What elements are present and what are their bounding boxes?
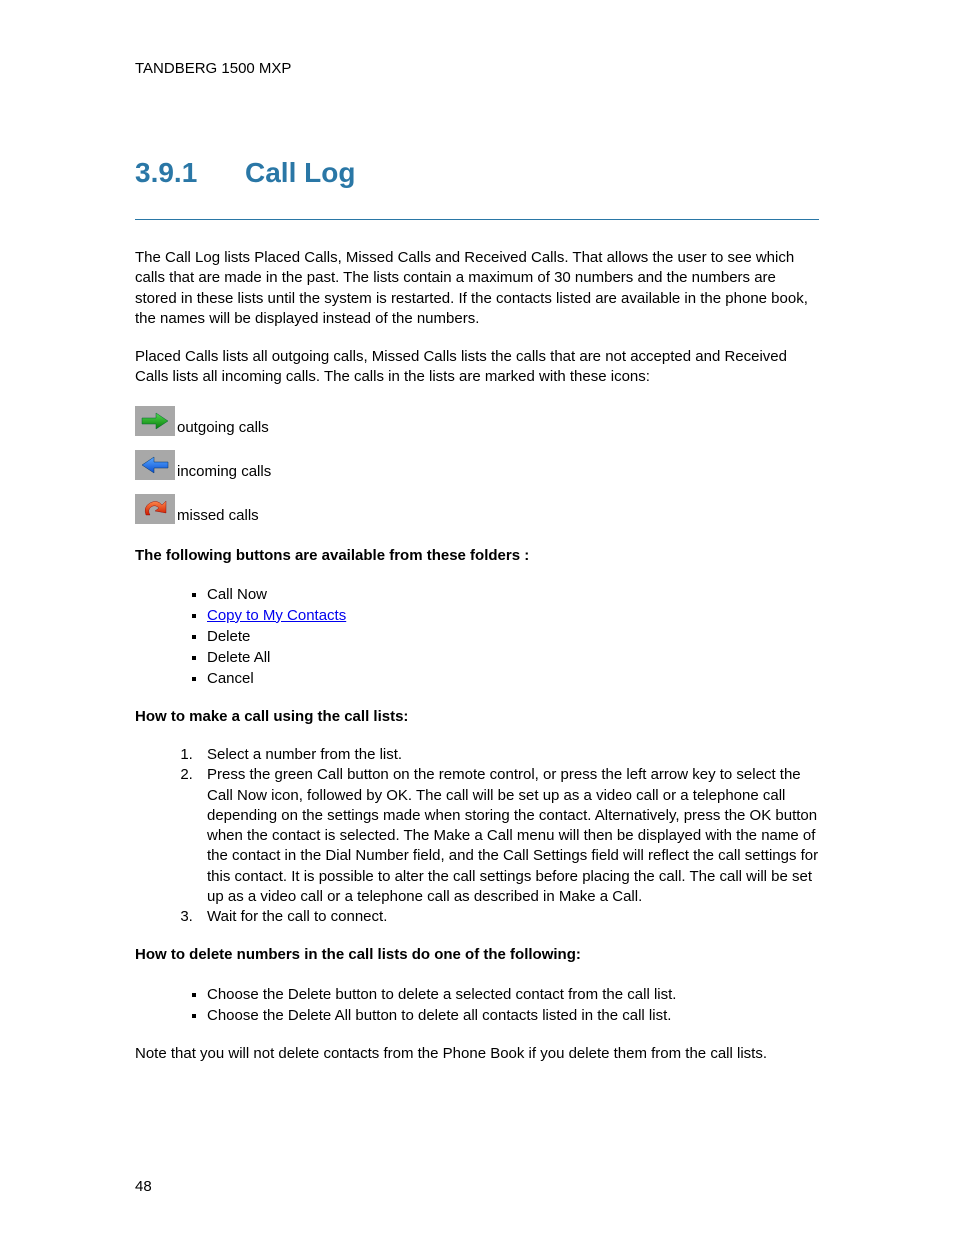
- horizontal-rule: [135, 219, 819, 220]
- arrow-return-red-icon: [135, 494, 175, 524]
- intro-paragraph-1: The Call Log lists Placed Calls, Missed …: [135, 248, 819, 329]
- document-header: TANDBERG 1500 MXP: [135, 60, 819, 77]
- copy-to-my-contacts-link[interactable]: Copy to My Contacts: [207, 607, 346, 624]
- list-item: Call Now: [207, 584, 819, 605]
- step-item: Press the green Call button on the remot…: [197, 765, 819, 907]
- step-item: Wait for the call to connect.: [197, 907, 819, 927]
- howto-call-heading: How to make a call using the call lists:: [135, 707, 819, 727]
- arrow-left-blue-icon: [135, 450, 175, 480]
- howto-delete-list: Choose the Delete button to delete a sel…: [135, 984, 819, 1026]
- section-title-text: Call Log: [245, 157, 355, 188]
- missed-calls-label: missed calls: [177, 507, 259, 524]
- list-item: Cancel: [207, 668, 819, 689]
- page-number: 48: [135, 1178, 152, 1195]
- list-item: Choose the Delete All button to delete a…: [207, 1005, 819, 1026]
- arrow-right-green-icon: [135, 406, 175, 436]
- list-item: Delete All: [207, 647, 819, 668]
- section-number: 3.9.1: [135, 157, 245, 189]
- outgoing-calls-label: outgoing calls: [177, 419, 269, 436]
- note-paragraph: Note that you will not delete contacts f…: [135, 1044, 819, 1064]
- step-item: Select a number from the list.: [197, 745, 819, 765]
- howto-delete-heading: How to delete numbers in the call lists …: [135, 945, 819, 965]
- list-item: Delete: [207, 626, 819, 647]
- outgoing-calls-row: outgoing calls: [135, 406, 819, 436]
- document-page: TANDBERG 1500 MXP 3.9.1Call Log The Call…: [0, 0, 954, 1235]
- buttons-list: Call Now Copy to My Contacts Delete Dele…: [135, 584, 819, 689]
- buttons-heading: The following buttons are available from…: [135, 546, 819, 566]
- intro-paragraph-2: Placed Calls lists all outgoing calls, M…: [135, 347, 819, 388]
- section-heading: 3.9.1Call Log: [135, 157, 819, 189]
- list-item: Copy to My Contacts: [207, 605, 819, 626]
- howto-call-steps: Select a number from the list. Press the…: [135, 745, 819, 927]
- list-item: Choose the Delete button to delete a sel…: [207, 984, 819, 1005]
- incoming-calls-row: incoming calls: [135, 450, 819, 480]
- missed-calls-row: missed calls: [135, 494, 819, 524]
- incoming-calls-label: incoming calls: [177, 463, 271, 480]
